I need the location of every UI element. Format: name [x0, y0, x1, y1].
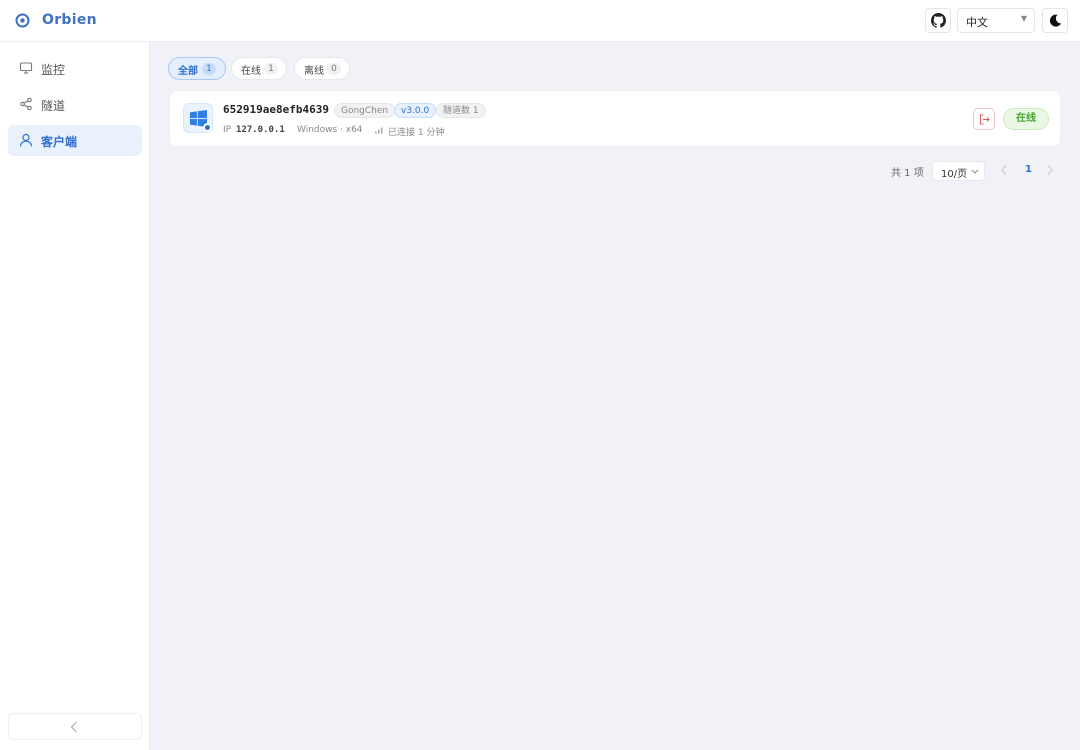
- current-page[interactable]: 1: [1025, 164, 1032, 175]
- sidebar-item-clients[interactable]: 客户端: [8, 125, 142, 156]
- tab-offline[interactable]: 离线 0: [294, 57, 350, 80]
- tab-all[interactable]: 全部 1: [168, 57, 226, 80]
- version-badge: v3.0.0: [394, 103, 437, 118]
- sidebar: 监控 隧道 客户端: [0, 42, 150, 750]
- client-id: 652919ae8efb4639: [223, 103, 329, 116]
- tab-label: 全部: [178, 66, 198, 77]
- logout-icon: [980, 114, 990, 125]
- theme-toggle-button[interactable]: [1042, 8, 1068, 33]
- tab-label: 在线: [241, 66, 261, 77]
- pagination-total: 共 1 项: [891, 168, 924, 179]
- sidebar-item-label: 隧道: [41, 99, 66, 113]
- chevron-down-icon: [971, 169, 979, 174]
- sidebar-item-tunnels[interactable]: 隧道: [8, 89, 142, 120]
- page-size-select[interactable]: 10/页: [932, 161, 985, 181]
- client-card[interactable]: 652919ae8efb4639 GongChen v3.0.0 隧道数 1 I…: [169, 90, 1061, 147]
- user-badge: GongChen: [334, 103, 396, 118]
- next-page-icon[interactable]: [1046, 163, 1054, 177]
- github-icon: [931, 13, 946, 28]
- status-badge[interactable]: 在线: [1003, 108, 1049, 130]
- user-icon: [19, 133, 33, 147]
- sidebar-item-monitor[interactable]: 监控: [8, 53, 142, 84]
- tab-count-badge: 0: [327, 63, 341, 75]
- tunnel-count-badge: 隧道数 1: [436, 103, 486, 118]
- signal-icon: [375, 127, 383, 134]
- brand-name: Orbien: [42, 12, 97, 28]
- caret-down-icon: ▼: [1020, 14, 1027, 23]
- moon-icon: [1049, 14, 1062, 27]
- uptime-text: 已连接 1 分钟: [388, 128, 445, 138]
- tab-online[interactable]: 在线 1: [231, 57, 287, 80]
- disconnect-button[interactable]: [973, 108, 995, 130]
- share-icon: [20, 97, 32, 111]
- sidebar-collapse-button[interactable]: [8, 713, 142, 740]
- language-label: 中文: [966, 16, 988, 29]
- monitor-icon: [19, 62, 33, 74]
- prev-page-icon[interactable]: [1000, 163, 1008, 177]
- ip-value: 127.0.0.1: [236, 125, 285, 135]
- orbien-logo-icon: [15, 13, 30, 28]
- page-size-label: 10/页: [941, 169, 968, 180]
- ip-label: IP: [223, 125, 232, 135]
- chevron-left-icon: [70, 721, 77, 733]
- sidebar-item-label: 客户端: [41, 135, 78, 149]
- tab-label: 离线: [304, 66, 324, 77]
- tab-count-badge: 1: [264, 63, 278, 75]
- tab-count-badge: 1: [202, 63, 216, 75]
- sidebar-item-label: 监控: [41, 63, 66, 77]
- os-info: Windows · x64: [297, 125, 363, 135]
- app-header: Orbien 中文 ▼: [0, 0, 1080, 42]
- github-button[interactable]: [925, 8, 951, 33]
- online-status-dot: [203, 123, 212, 132]
- language-select[interactable]: 中文 ▼: [957, 8, 1035, 33]
